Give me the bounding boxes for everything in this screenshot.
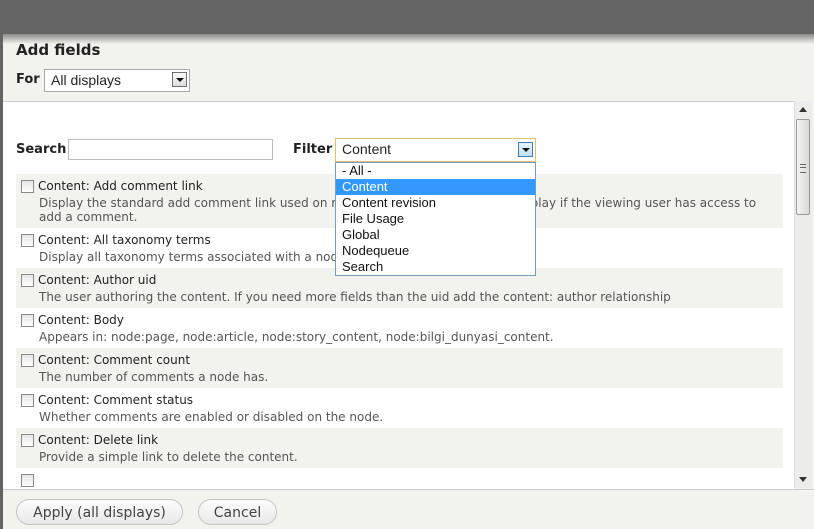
field-checkbox[interactable] [21, 180, 34, 193]
vertical-scrollbar[interactable] [794, 101, 812, 488]
field-row[interactable]: Content: Body Appears in: node:page, nod… [16, 308, 783, 348]
fields-scroll-area: Search Filter Content Content: Add comme… [3, 101, 794, 489]
dialog-title: Add fields [16, 41, 101, 59]
field-description: Provide a simple link to delete the cont… [39, 450, 298, 464]
filter-option[interactable]: File Usage [336, 211, 535, 227]
field-description: Appears in: node:page, node:article, nod… [39, 330, 554, 344]
field-row[interactable] [16, 468, 783, 489]
scroll-up-arrow-icon[interactable] [799, 107, 807, 112]
field-row[interactable]: Content: Comment count The number of com… [16, 348, 783, 388]
field-description: The number of comments a node has. [39, 370, 269, 384]
field-row[interactable]: Content: Delete link Provide a simple li… [16, 428, 783, 468]
filter-option[interactable]: - All - [336, 163, 535, 179]
field-checkbox[interactable] [21, 474, 34, 487]
filter-select[interactable]: Content [335, 138, 536, 162]
field-name: Content: Delete link [38, 433, 159, 447]
add-fields-dialog: Add fields For All displays Search Filte… [3, 34, 814, 529]
field-name: Content: Comment status [38, 393, 194, 407]
field-description: Whether comments are enabled or disabled… [39, 410, 384, 424]
field-checkbox[interactable] [21, 354, 34, 367]
filter-option[interactable]: Content revision [336, 195, 535, 211]
field-checkbox[interactable] [21, 394, 34, 407]
field-name: Content: Comment count [38, 353, 191, 367]
for-display-value: All displays [51, 72, 122, 88]
cancel-button[interactable]: Cancel [198, 499, 277, 525]
scrollbar-thumb[interactable] [796, 119, 810, 215]
chevron-down-icon[interactable] [172, 72, 187, 87]
grip-icon [800, 164, 806, 173]
search-label: Search [16, 142, 67, 157]
field-checkbox[interactable] [21, 274, 34, 287]
search-input[interactable] [68, 139, 273, 160]
filter-option[interactable]: Nodequeue [336, 243, 535, 259]
field-description: The user authoring the content. If you n… [39, 290, 671, 304]
filter-value: Content [342, 141, 392, 157]
for-display-select[interactable]: All displays [44, 69, 190, 92]
for-label: For [16, 72, 40, 87]
filter-dropdown-list: - All - Content Content revision File Us… [335, 162, 536, 276]
scroll-down-arrow-icon[interactable] [799, 477, 807, 482]
field-checkbox[interactable] [21, 434, 34, 447]
apply-button[interactable]: Apply (all displays) [16, 499, 183, 525]
field-row[interactable]: Content: Comment status Whether comments… [16, 388, 783, 428]
field-checkbox[interactable] [21, 234, 34, 247]
field-checkbox[interactable] [21, 314, 34, 327]
filter-option[interactable]: Global [336, 227, 535, 243]
filter-option-selected[interactable]: Content [336, 179, 535, 195]
field-name: Content: Body [38, 313, 124, 327]
dialog-top-shadow [3, 34, 814, 44]
filter-option[interactable]: Search [336, 259, 535, 275]
chevron-down-icon[interactable] [518, 142, 533, 157]
filter-label: Filter [293, 142, 333, 157]
dialog-footer: Apply (all displays) Cancel [3, 489, 814, 529]
